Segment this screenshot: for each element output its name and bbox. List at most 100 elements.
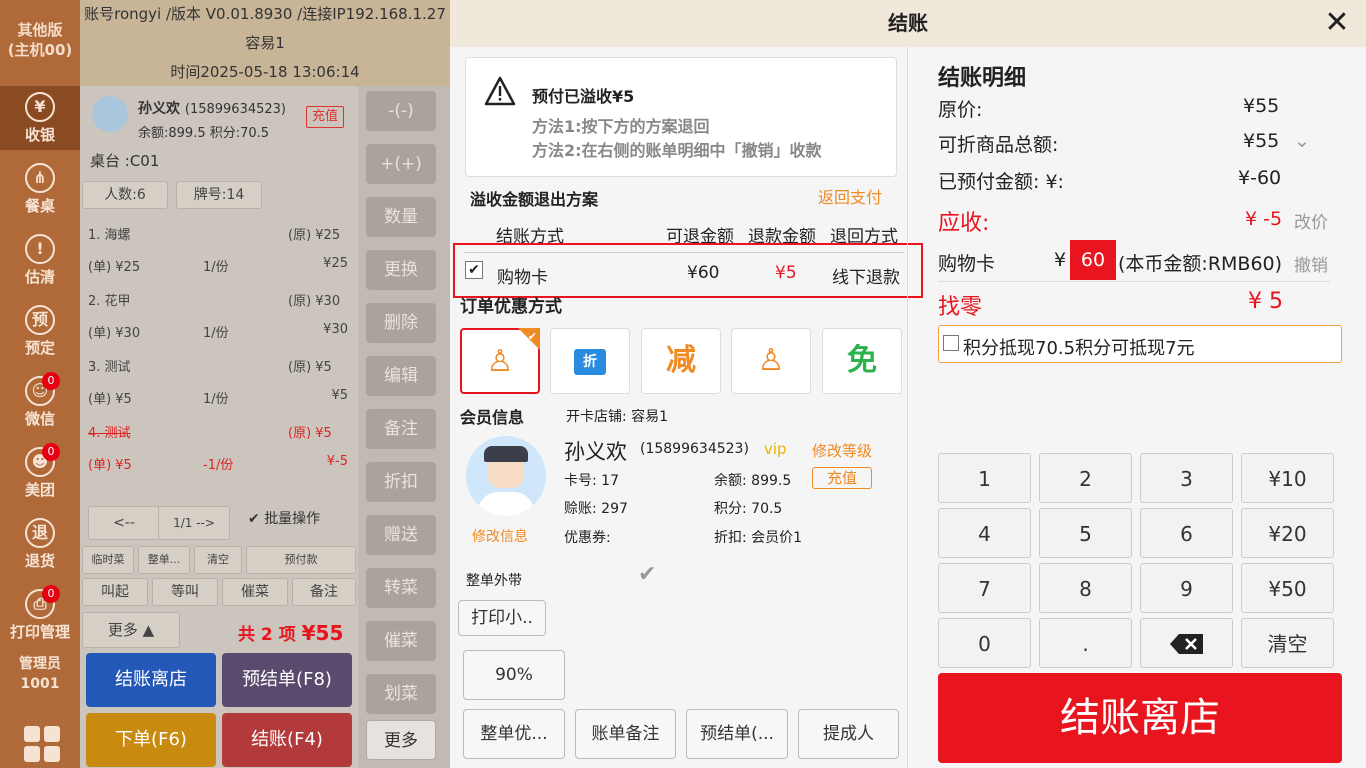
modify-info-link[interactable]: 修改信息: [472, 526, 528, 546]
increase-button[interactable]: +(+): [366, 144, 436, 184]
clear-button[interactable]: 清空: [194, 546, 242, 574]
wait-call-button[interactable]: 等叫: [152, 578, 218, 606]
refund-checkbox[interactable]: ✔: [465, 261, 483, 279]
card-number[interactable]: 牌号:14: [176, 181, 262, 209]
overpay-notice: 预付已溢收¥5 方法1:按下方的方案退回 方法2:在右侧的账单明细中「撤销」收款: [465, 57, 897, 177]
quantity-button[interactable]: 数量: [366, 197, 436, 237]
list-item-returned[interactable]: 4. 测试 (原) ¥5: [88, 422, 350, 441]
nav-item-soldout[interactable]: ! 估清: [0, 228, 80, 292]
recharge-button[interactable]: 充值: [306, 106, 344, 128]
wechat-badge: 0: [42, 372, 60, 390]
call-up-button[interactable]: 叫起: [82, 578, 148, 606]
card-amount[interactable]: 60: [1070, 240, 1116, 280]
nav-item-cashier[interactable]: ¥ 收银: [0, 86, 80, 150]
card-number: 卡号: 17: [564, 473, 619, 489]
key-5[interactable]: 5: [1039, 508, 1132, 558]
points-offset-field[interactable]: 积分抵现70.5积分可抵现7元: [938, 325, 1342, 363]
recharge-button[interactable]: 充值: [812, 467, 872, 489]
percent-button[interactable]: 90%: [463, 650, 565, 700]
revoke-link[interactable]: 撤销: [1294, 251, 1328, 276]
gift-button[interactable]: 赠送: [366, 515, 436, 555]
key-3[interactable]: 3: [1140, 453, 1233, 503]
decrease-button[interactable]: -(-): [366, 91, 436, 131]
key-50[interactable]: ¥50: [1241, 563, 1334, 613]
member-name: 孙义欢 (15899634523): [138, 101, 286, 117]
temp-dish-button[interactable]: 临时菜: [82, 546, 134, 574]
points-checkbox[interactable]: [943, 335, 959, 351]
remark-button[interactable]: 备注: [366, 409, 436, 449]
checkout-leave-button[interactable]: 结账离店: [86, 653, 216, 707]
edit-button[interactable]: 编辑: [366, 356, 436, 396]
whole-order-button[interactable]: 整单...: [138, 546, 190, 574]
nav-item-print[interactable]: 0 ⎙ 打印管理: [0, 583, 80, 647]
list-item-detail: (单) ¥5 -1/份 ¥-5: [88, 454, 348, 473]
clear-key[interactable]: 清空: [1241, 618, 1334, 668]
key-20[interactable]: ¥20: [1241, 508, 1334, 558]
checkout-dialog: 结账 ✕ 预付已溢收¥5 方法1:按下方的方案退回 方法2:在右侧的账单明细中「…: [450, 0, 1366, 768]
pre-settle-button[interactable]: 预结单(...: [686, 709, 788, 759]
change-price-link[interactable]: 改价: [1294, 208, 1328, 233]
discount-button[interactable]: 折扣: [366, 462, 436, 502]
promo-discount-card[interactable]: 折: [550, 328, 630, 394]
return-pay-link[interactable]: 返回支付: [818, 184, 882, 208]
promo-reduce[interactable]: 减: [641, 328, 721, 394]
backspace-key[interactable]: [1140, 618, 1233, 668]
warning-icon: !: [25, 234, 55, 264]
prev-page-button[interactable]: <--: [88, 506, 160, 540]
list-item[interactable]: 1. 海螺 (原) ¥25: [88, 224, 350, 243]
promo-member-discount[interactable]: ♙ ✔: [460, 328, 540, 394]
key-1[interactable]: 1: [938, 453, 1031, 503]
nav-item-return[interactable]: 退 退货: [0, 512, 80, 576]
place-order-button[interactable]: 下单(F6): [86, 713, 216, 767]
key-dot[interactable]: .: [1039, 618, 1132, 668]
urge-button[interactable]: 催菜: [222, 578, 288, 606]
more-dish-actions-button[interactable]: 更多: [366, 720, 436, 760]
key-0[interactable]: 0: [938, 618, 1031, 668]
transfer-dish-button[interactable]: 转菜: [366, 568, 436, 608]
note-button[interactable]: 备注: [292, 578, 356, 606]
checkout-button[interactable]: 结账(F4): [222, 713, 352, 767]
whole-order-promo-button[interactable]: 整单优...: [463, 709, 565, 759]
pre-settle-button[interactable]: 预结单(F8): [222, 653, 352, 707]
list-item[interactable]: 3. 测试 (原) ¥5: [88, 356, 350, 375]
key-10[interactable]: ¥10: [1241, 453, 1334, 503]
commission-button[interactable]: 提成人: [798, 709, 899, 759]
promo-free[interactable]: 免: [822, 328, 902, 394]
promo-member-price[interactable]: ♙: [731, 328, 811, 394]
change-row: 找零 ¥ 5: [938, 289, 1283, 320]
key-4[interactable]: 4: [938, 508, 1031, 558]
print-receipt-button[interactable]: 打印小..: [458, 600, 546, 636]
key-9[interactable]: 9: [1140, 563, 1233, 613]
close-icon[interactable]: ✕: [1322, 8, 1352, 38]
page-indicator[interactable]: 1/1 -->: [158, 506, 230, 540]
notice-method-1: 方法1:按下方的方案退回: [532, 117, 710, 136]
refund-way[interactable]: 线下退款: [832, 263, 900, 288]
takeaway-check-icon[interactable]: ✔: [638, 562, 656, 587]
key-7[interactable]: 7: [938, 563, 1031, 613]
prepay-button[interactable]: 预付款: [246, 546, 356, 574]
people-count[interactable]: 人数:6: [82, 181, 168, 209]
key-6[interactable]: 6: [1140, 508, 1233, 558]
bill-note-button[interactable]: 账单备注: [575, 709, 676, 759]
key-8[interactable]: 8: [1039, 563, 1132, 613]
more-button[interactable]: 更多 ▲: [82, 612, 180, 648]
modify-level-link[interactable]: 修改等级: [812, 440, 872, 461]
refund-amount[interactable]: ¥5: [775, 263, 797, 283]
replace-button[interactable]: 更换: [366, 250, 436, 290]
mark-dish-button[interactable]: 划菜: [366, 674, 436, 714]
detail-title: 结账明细: [938, 66, 1027, 91]
nav-item-wechat[interactable]: 0 ☺ 微信: [0, 370, 80, 434]
checkout-leave-button[interactable]: 结账离店: [938, 673, 1342, 763]
dish-action-column: -(-) +(+) 数量 更换 删除 编辑 备注 折扣 赠送 转菜 催菜 划菜 …: [358, 86, 450, 768]
nav-item-reserve[interactable]: 预 预定: [0, 299, 80, 363]
batch-operation[interactable]: ✔ 批量操作: [248, 508, 320, 528]
nav-item-meituan[interactable]: 0 ☻ 美团: [0, 441, 80, 505]
delete-button[interactable]: 删除: [366, 303, 436, 343]
grid-menu-icon[interactable]: [24, 726, 62, 764]
key-2[interactable]: 2: [1039, 453, 1132, 503]
nav-item-tables[interactable]: ⋔ 餐桌: [0, 157, 80, 221]
refund-row[interactable]: ✔ 购物卡 ¥60 ¥5 线下退款: [453, 243, 923, 298]
list-item[interactable]: 2. 花甲 (原) ¥30: [88, 290, 350, 309]
member-phone: (15899634523): [640, 441, 749, 457]
urge-dish-button[interactable]: 催菜: [366, 621, 436, 661]
